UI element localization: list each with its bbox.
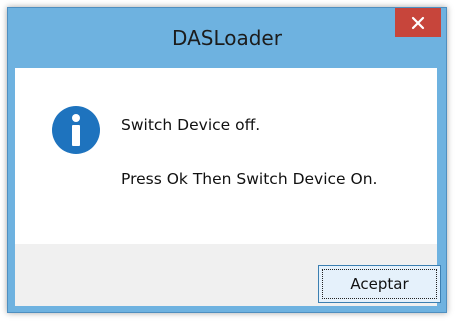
close-button[interactable] bbox=[395, 8, 441, 37]
info-icon bbox=[52, 106, 100, 154]
message-line-1: Switch Device off. bbox=[121, 116, 261, 134]
message-area: Switch Device off. Press Ok Then Switch … bbox=[15, 68, 437, 244]
aceptar-button[interactable]: Aceptar bbox=[318, 265, 441, 303]
message-line-2: Press Ok Then Switch Device On. bbox=[121, 170, 378, 188]
button-bar: Aceptar bbox=[15, 244, 441, 306]
aceptar-button-label: Aceptar bbox=[350, 275, 409, 293]
dialog-window: DASLoader Switch Device off. Press Ok Th… bbox=[7, 7, 447, 313]
close-icon bbox=[411, 16, 425, 29]
title-bar[interactable]: DASLoader bbox=[8, 8, 446, 68]
window-title: DASLoader bbox=[172, 26, 282, 50]
